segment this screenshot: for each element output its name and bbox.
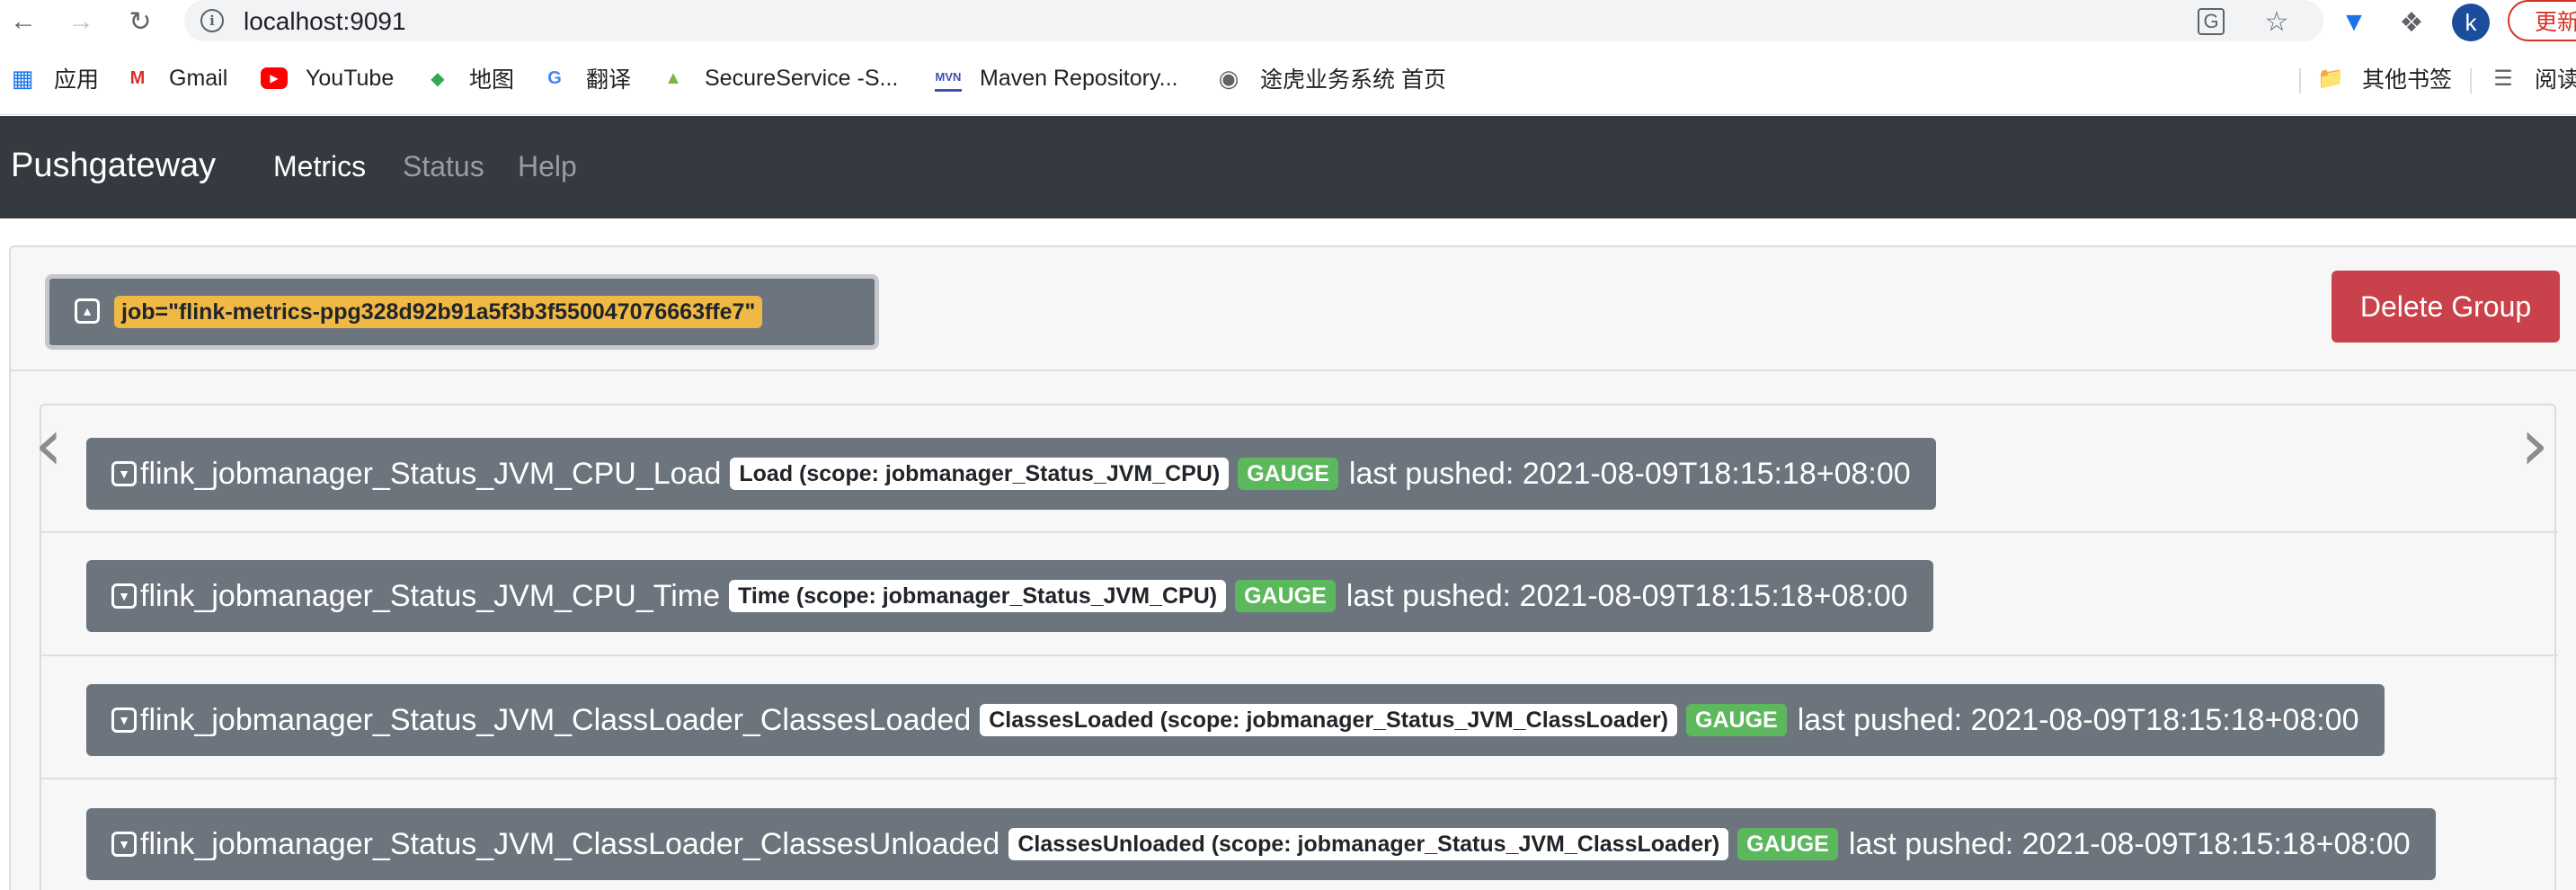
main-content: ▲ job="flink-metrics-ppg328d92b91a5f3b3f… <box>0 218 2576 890</box>
update-button[interactable]: 更新 <box>2508 0 2576 41</box>
bookmark-translate[interactable]: G 翻译 <box>541 61 631 95</box>
metric-name: flink_jobmanager_Status_JVM_ClassLoader_… <box>140 702 972 737</box>
metric-last-pushed: last pushed: 2021-08-09T18:15:18+08:00 <box>1848 826 2411 861</box>
metric-row[interactable]: ▼ flink_jobmanager_Status_JVM_CPU_Time T… <box>86 560 1933 632</box>
address-bar[interactable]: i localhost:9091 G ☆ <box>184 0 2323 41</box>
expand-down-icon[interactable]: ▼ <box>111 583 137 609</box>
bookmark-other-folder[interactable]: 📁 其他书签 <box>2317 61 2452 95</box>
bookmark-tuhu[interactable]: ◉ 途虎业务系统 首页 <box>1215 61 1446 95</box>
bookmark-label: 翻译 <box>586 67 632 93</box>
translate-page-icon[interactable]: G <box>2198 8 2225 35</box>
globe-icon: ◉ <box>1218 64 1239 92</box>
expand-down-icon[interactable]: ▼ <box>111 461 137 486</box>
bookmark-apps[interactable]: ▦ 应用 <box>9 61 99 95</box>
bookmark-separator <box>2299 68 2301 93</box>
browser-toolbar: ← → ↻ i localhost:9091 G ☆ ▼ ❖ k 更新 <box>0 0 2576 43</box>
bookmark-label: SecureService -S... <box>705 65 899 91</box>
site-info-icon[interactable]: i <box>200 9 224 32</box>
row-divider <box>41 654 2558 656</box>
metric-last-pushed: last pushed: 2021-08-09T18:15:18+08:00 <box>1346 578 1908 613</box>
reload-icon[interactable]: ↻ <box>122 4 158 40</box>
metric-name: flink_jobmanager_Status_JVM_CPU_Load <box>140 456 722 491</box>
bookmark-youtube[interactable]: ▶ YouTube <box>261 61 394 95</box>
bookmark-label: 途虎业务系统 首页 <box>1260 67 1446 93</box>
extensions-puzzle-icon[interactable]: ❖ <box>2394 5 2429 40</box>
metric-help-badge: ClassesUnloaded (scope: jobmanager_Statu… <box>1008 828 1729 860</box>
metric-row[interactable]: ▼ flink_jobmanager_Status_JVM_ClassLoade… <box>86 684 2385 756</box>
collapse-up-icon[interactable]: ▲ <box>75 298 100 324</box>
metric-type-badge: GAUGE <box>1235 580 1336 612</box>
job-label-badge: job="flink-metrics-ppg328d92b91a5f3b3f55… <box>114 296 763 328</box>
url-text[interactable]: localhost:9091 <box>244 7 406 36</box>
youtube-icon: ▶ <box>261 67 288 89</box>
bookmark-label: YouTube <box>306 65 395 91</box>
bookmark-label: 应用 <box>54 67 100 93</box>
nav-help[interactable]: Help <box>518 150 577 183</box>
maven-icon: MVN <box>935 65 962 92</box>
metric-name: flink_jobmanager_Status_JVM_ClassLoader_… <box>140 826 1000 861</box>
bookmark-label: 地图 <box>469 67 515 93</box>
bookmarks-bar: ▦ 应用 M Gmail ▶ YouTube ◆ 地图 G 翻译 ▲ Secur… <box>0 43 2576 115</box>
metric-last-pushed: last pushed: 2021-08-09T18:15:18+08:00 <box>1797 702 2359 737</box>
bookmark-label: Gmail <box>169 65 228 91</box>
metric-help-badge: Time (scope: jobmanager_Status_JVM_CPU) <box>729 580 1227 612</box>
metric-last-pushed: last pushed: 2021-08-09T18:15:18+08:00 <box>1348 456 1911 491</box>
secure-service-icon: ▲ <box>664 67 682 88</box>
reading-list-icon: ☰ <box>2493 66 2513 91</box>
nav-metrics[interactable]: Metrics <box>273 150 366 183</box>
extension-v-icon[interactable]: ▼ <box>2337 5 2371 40</box>
bookmark-label: Maven Repository... <box>980 65 1178 91</box>
metric-type-badge: GAUGE <box>1686 704 1787 736</box>
bookmark-maven[interactable]: MVN Maven Repository... <box>935 61 1177 95</box>
carousel-prev-icon[interactable]: ‹ <box>31 409 67 481</box>
carousel-next-icon[interactable]: › <box>2517 409 2553 481</box>
metric-help-badge: Load (scope: jobmanager_Status_JVM_CPU) <box>730 458 1230 490</box>
bookmark-label: 阅读 <box>2535 67 2576 93</box>
bookmark-gmail[interactable]: M Gmail <box>124 61 228 95</box>
bookmark-separator <box>2470 68 2472 93</box>
metric-name: flink_jobmanager_Status_JVM_CPU_Time <box>140 578 721 613</box>
metric-row[interactable]: ▼ flink_jobmanager_Status_JVM_CPU_Load L… <box>86 438 1936 510</box>
row-divider <box>41 531 2558 533</box>
back-icon[interactable]: ← <box>5 4 41 40</box>
metric-help-badge: ClassesLoaded (scope: jobmanager_Status_… <box>980 704 1678 736</box>
avatar[interactable]: k <box>2452 4 2490 41</box>
app-navbar: Pushgateway Metrics Status Help <box>0 116 2576 218</box>
row-divider <box>41 778 2558 779</box>
folder-icon: 📁 <box>2317 66 2344 91</box>
reading-list[interactable]: ☰ 阅读 <box>2490 61 2576 95</box>
bookmark-star-icon[interactable]: ☆ <box>2261 5 2293 38</box>
group-header: ▲ job="flink-metrics-ppg328d92b91a5f3b3f… <box>11 247 2576 371</box>
bookmark-maps[interactable]: ◆ 地图 <box>424 61 514 95</box>
apps-grid-icon: ▦ <box>11 64 34 92</box>
expand-down-icon[interactable]: ▼ <box>111 832 137 857</box>
brand-logo[interactable]: Pushgateway <box>11 147 216 185</box>
group-toggle[interactable]: ▲ job="flink-metrics-ppg328d92b91a5f3b3f… <box>45 274 879 350</box>
expand-down-icon[interactable]: ▼ <box>111 708 137 733</box>
metric-row[interactable]: ▼ flink_jobmanager_Status_JVM_ClassLoade… <box>86 808 2436 880</box>
forward-icon[interactable]: → <box>63 4 99 40</box>
delete-group-button[interactable]: Delete Group <box>2332 271 2560 343</box>
translate-icon: G <box>547 67 562 88</box>
nav-status[interactable]: Status <box>403 150 484 183</box>
metric-type-badge: GAUGE <box>1238 458 1338 490</box>
metric-type-badge: GAUGE <box>1737 828 1838 860</box>
bookmark-secure-service[interactable]: ▲ SecureService -S... <box>660 61 898 95</box>
gmail-icon: M <box>129 67 146 88</box>
maps-icon: ◆ <box>431 68 445 89</box>
bookmark-label: 其他书签 <box>2362 67 2453 93</box>
